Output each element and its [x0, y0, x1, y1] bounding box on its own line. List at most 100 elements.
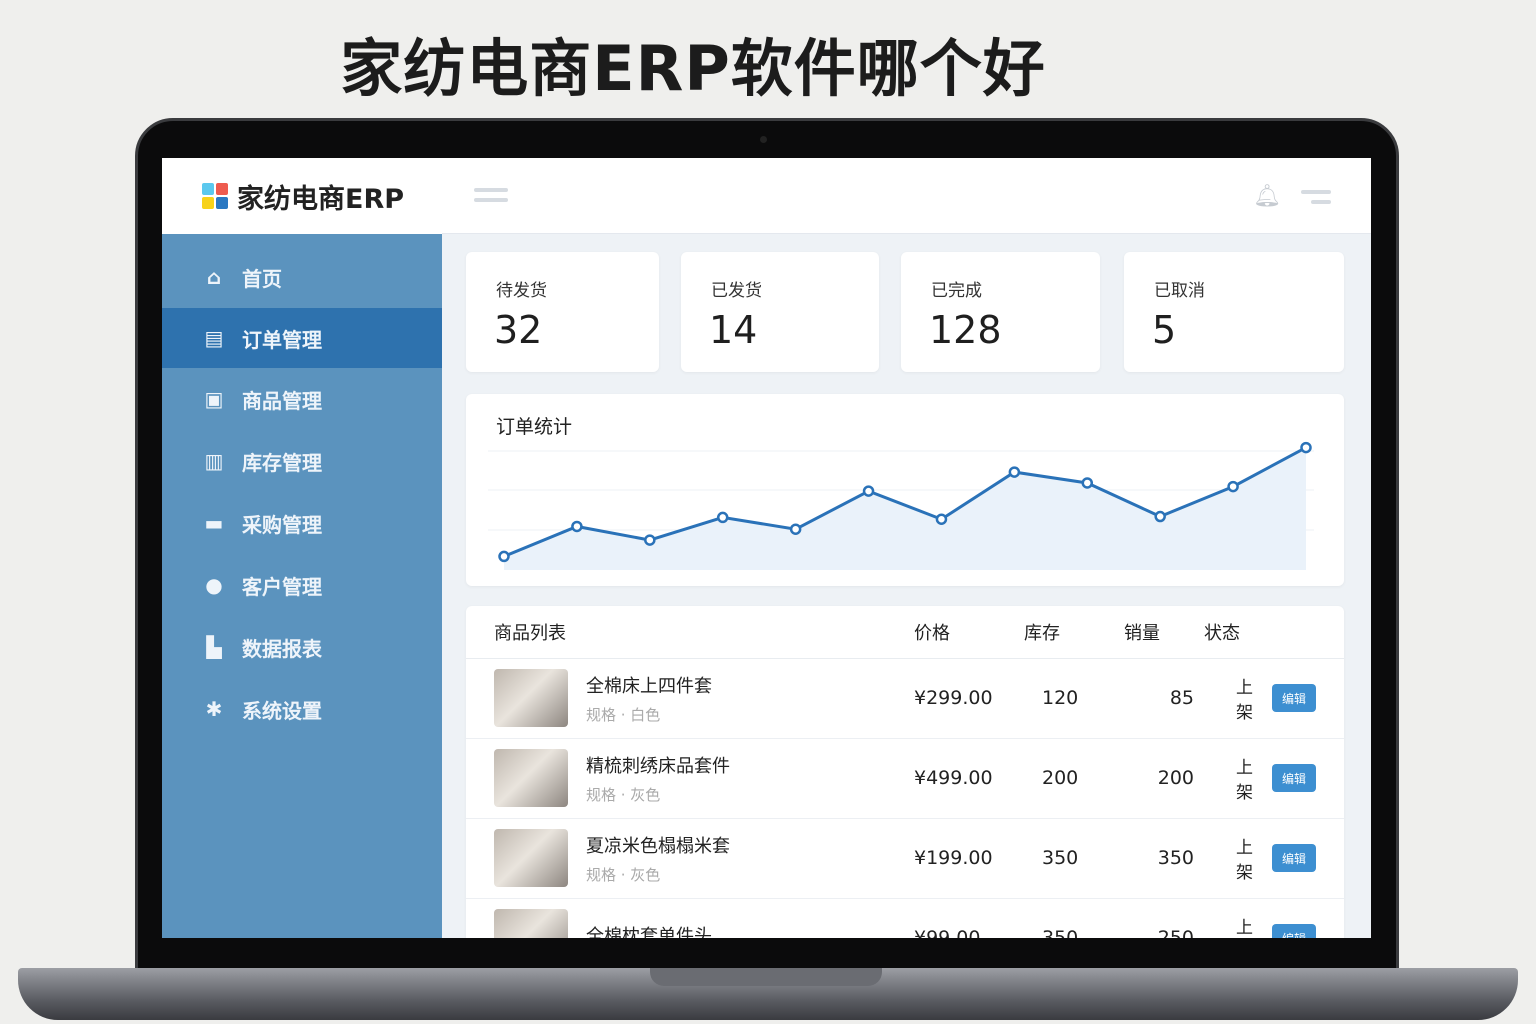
table-header: 商品列表 价格 库存 销量 状态 [466, 606, 1344, 659]
bell-icon[interactable]: 🔔︎ [1253, 184, 1281, 209]
product-stock: 120 [1024, 658, 1124, 739]
chart-point [789, 523, 802, 535]
tray-icon: ▬ [204, 511, 224, 535]
chart-point [716, 511, 729, 524]
product-table-card: 商品列表 价格 库存 销量 状态 全棉床上四件套 规格 · 白色 ¥299.00 … [466, 606, 1344, 938]
document-icon: ▤ [204, 326, 224, 350]
chart-point [498, 550, 510, 563]
product-thumbnail [494, 749, 568, 807]
gear-icon: ✱ [205, 697, 223, 721]
menu-toggle-icon[interactable] [474, 188, 508, 208]
edit-button[interactable]: 编辑 [1272, 684, 1316, 712]
product-sales: 85 [1124, 658, 1194, 739]
sidebar-item-label: 系统设置 [242, 698, 322, 723]
product-thumbnail [494, 829, 568, 887]
sidebar-item-label: 数据报表 [242, 636, 322, 661]
sidebar-item[interactable]: ▬ 采购管理 [162, 492, 442, 554]
app-screen: 家纺电商ERP 🔔︎ ⌂ 首页 ▤ 订单管理 ▣ 商品管理 ▥ 库存管理 ▬ 采购管理 ● 客户管理 ▙… [162, 158, 1371, 938]
sidebar-item-label: 首页 [242, 266, 282, 291]
col-stock: 库存 [1024, 606, 1124, 659]
chart-point [571, 520, 583, 533]
stat-card[interactable]: 待发货 32 [466, 252, 659, 372]
sidebar-item[interactable]: ▣ 商品管理 [162, 368, 442, 430]
sidebar-item-label: 订单管理 [242, 327, 322, 352]
stat-value: 5 [1152, 308, 1177, 352]
top-bar: 🔔︎ [442, 158, 1371, 234]
stat-label: 待发货 [496, 281, 547, 301]
sidebar-item-label: 商品管理 [242, 388, 322, 413]
chart-point [1300, 441, 1312, 454]
stat-value: 128 [929, 308, 1002, 352]
product-name: 精梳刺绣床品套件 [586, 755, 730, 777]
sidebar-item[interactable]: ✱ 系统设置 [162, 678, 442, 740]
stat-label: 已发货 [711, 281, 762, 301]
col-status: 状态 [1194, 606, 1264, 659]
chart-point [935, 513, 948, 525]
product-status: 上架 [1194, 738, 1264, 819]
sidebar-item-label: 采购管理 [242, 512, 322, 537]
product-status: 上架 [1194, 898, 1264, 938]
bar-chart-icon: ▙ [206, 635, 222, 659]
stat-card[interactable]: 已完成 128 [901, 252, 1100, 372]
product-thumbnail [494, 669, 568, 727]
product-table: 商品列表 价格 库存 销量 状态 全棉床上四件套 规格 · 白色 ¥299.00 … [466, 606, 1344, 938]
chart-point [1081, 477, 1094, 489]
laptop-notch [650, 968, 882, 986]
clipboard-icon: ▣ [204, 387, 224, 411]
stat-card[interactable]: 已取消 5 [1124, 252, 1344, 372]
product-stock: 350 [1024, 818, 1124, 899]
product-sales: 250 [1124, 898, 1194, 938]
table-row[interactable]: 夏凉米色榻榻米套 规格 · 灰色 ¥199.00 350 350 上架 编辑 [466, 818, 1344, 899]
chart-point [862, 485, 875, 497]
product-status: 上架 [1194, 818, 1264, 899]
product-name: 全棉枕套单件头 [586, 926, 712, 938]
table-row[interactable]: 精梳刺绣床品套件 规格 · 灰色 ¥499.00 200 200 上架 编辑 [466, 738, 1344, 819]
page-headline: 家纺电商ERP软件哪个好 [340, 32, 1046, 105]
brand[interactable]: 家纺电商ERP [162, 158, 442, 234]
col-product: 商品列表 [466, 606, 914, 659]
table-row[interactable]: 全棉枕套单件头 ¥99.00 350 250 上架 编辑 [466, 898, 1344, 938]
table-row[interactable]: 全棉床上四件套 规格 · 白色 ¥299.00 120 85 上架 编辑 [466, 658, 1344, 739]
col-action [1264, 606, 1344, 659]
product-price: ¥199.00 [914, 818, 1024, 899]
order-chart-card: 订单统计 [466, 394, 1344, 586]
col-price: 价格 [914, 606, 1024, 659]
sidebar-item[interactable]: ▙ 数据报表 [162, 616, 442, 678]
product-price: ¥99.00 [914, 898, 1024, 938]
chart-area [504, 447, 1306, 570]
sidebar-item-label: 库存管理 [242, 450, 322, 475]
product-spec: 规格 · 灰色 [586, 865, 661, 884]
product-stock: 350 [1024, 898, 1124, 938]
sidebar-item[interactable]: ● 客户管理 [162, 554, 442, 616]
camera [760, 136, 767, 143]
product-stock: 200 [1024, 738, 1124, 819]
stat-card[interactable]: 已发货 14 [681, 252, 879, 372]
edit-button[interactable]: 编辑 [1272, 844, 1316, 872]
order-line-chart [488, 441, 1314, 570]
product-status: 上架 [1194, 658, 1264, 739]
stat-value: 32 [494, 308, 543, 352]
product-price: ¥299.00 [914, 658, 1024, 739]
brand-name: 家纺电商ERP [237, 183, 405, 215]
user-icon: ● [205, 573, 223, 597]
stat-value: 14 [709, 308, 758, 352]
user-menu-icon[interactable] [1301, 190, 1331, 210]
sidebar-item[interactable]: ▥ 库存管理 [162, 430, 442, 492]
stat-label: 已取消 [1154, 281, 1205, 301]
product-spec: 规格 · 灰色 [586, 785, 661, 804]
product-name: 夏凉米色榻榻米套 [586, 835, 730, 857]
chart-point [1008, 466, 1021, 478]
sidebar: ⌂ 首页 ▤ 订单管理 ▣ 商品管理 ▥ 库存管理 ▬ 采购管理 ● 客户管理 ▙ 数据报表 ✱ 系统设置 [162, 234, 442, 938]
sidebar-item[interactable]: ⌂ 首页 [162, 246, 442, 308]
product-price: ¥499.00 [914, 738, 1024, 819]
stat-label: 已完成 [931, 281, 982, 301]
home-icon: ⌂ [206, 265, 222, 289]
edit-button[interactable]: 编辑 [1272, 924, 1316, 938]
logo-icon [202, 183, 228, 209]
edit-button[interactable]: 编辑 [1272, 764, 1316, 792]
chart-point [1227, 480, 1239, 493]
sidebar-item[interactable]: ▤ 订单管理 [162, 308, 442, 368]
product-thumbnail [494, 909, 568, 938]
box-icon: ▥ [204, 449, 224, 473]
sidebar-item-label: 客户管理 [242, 574, 322, 599]
